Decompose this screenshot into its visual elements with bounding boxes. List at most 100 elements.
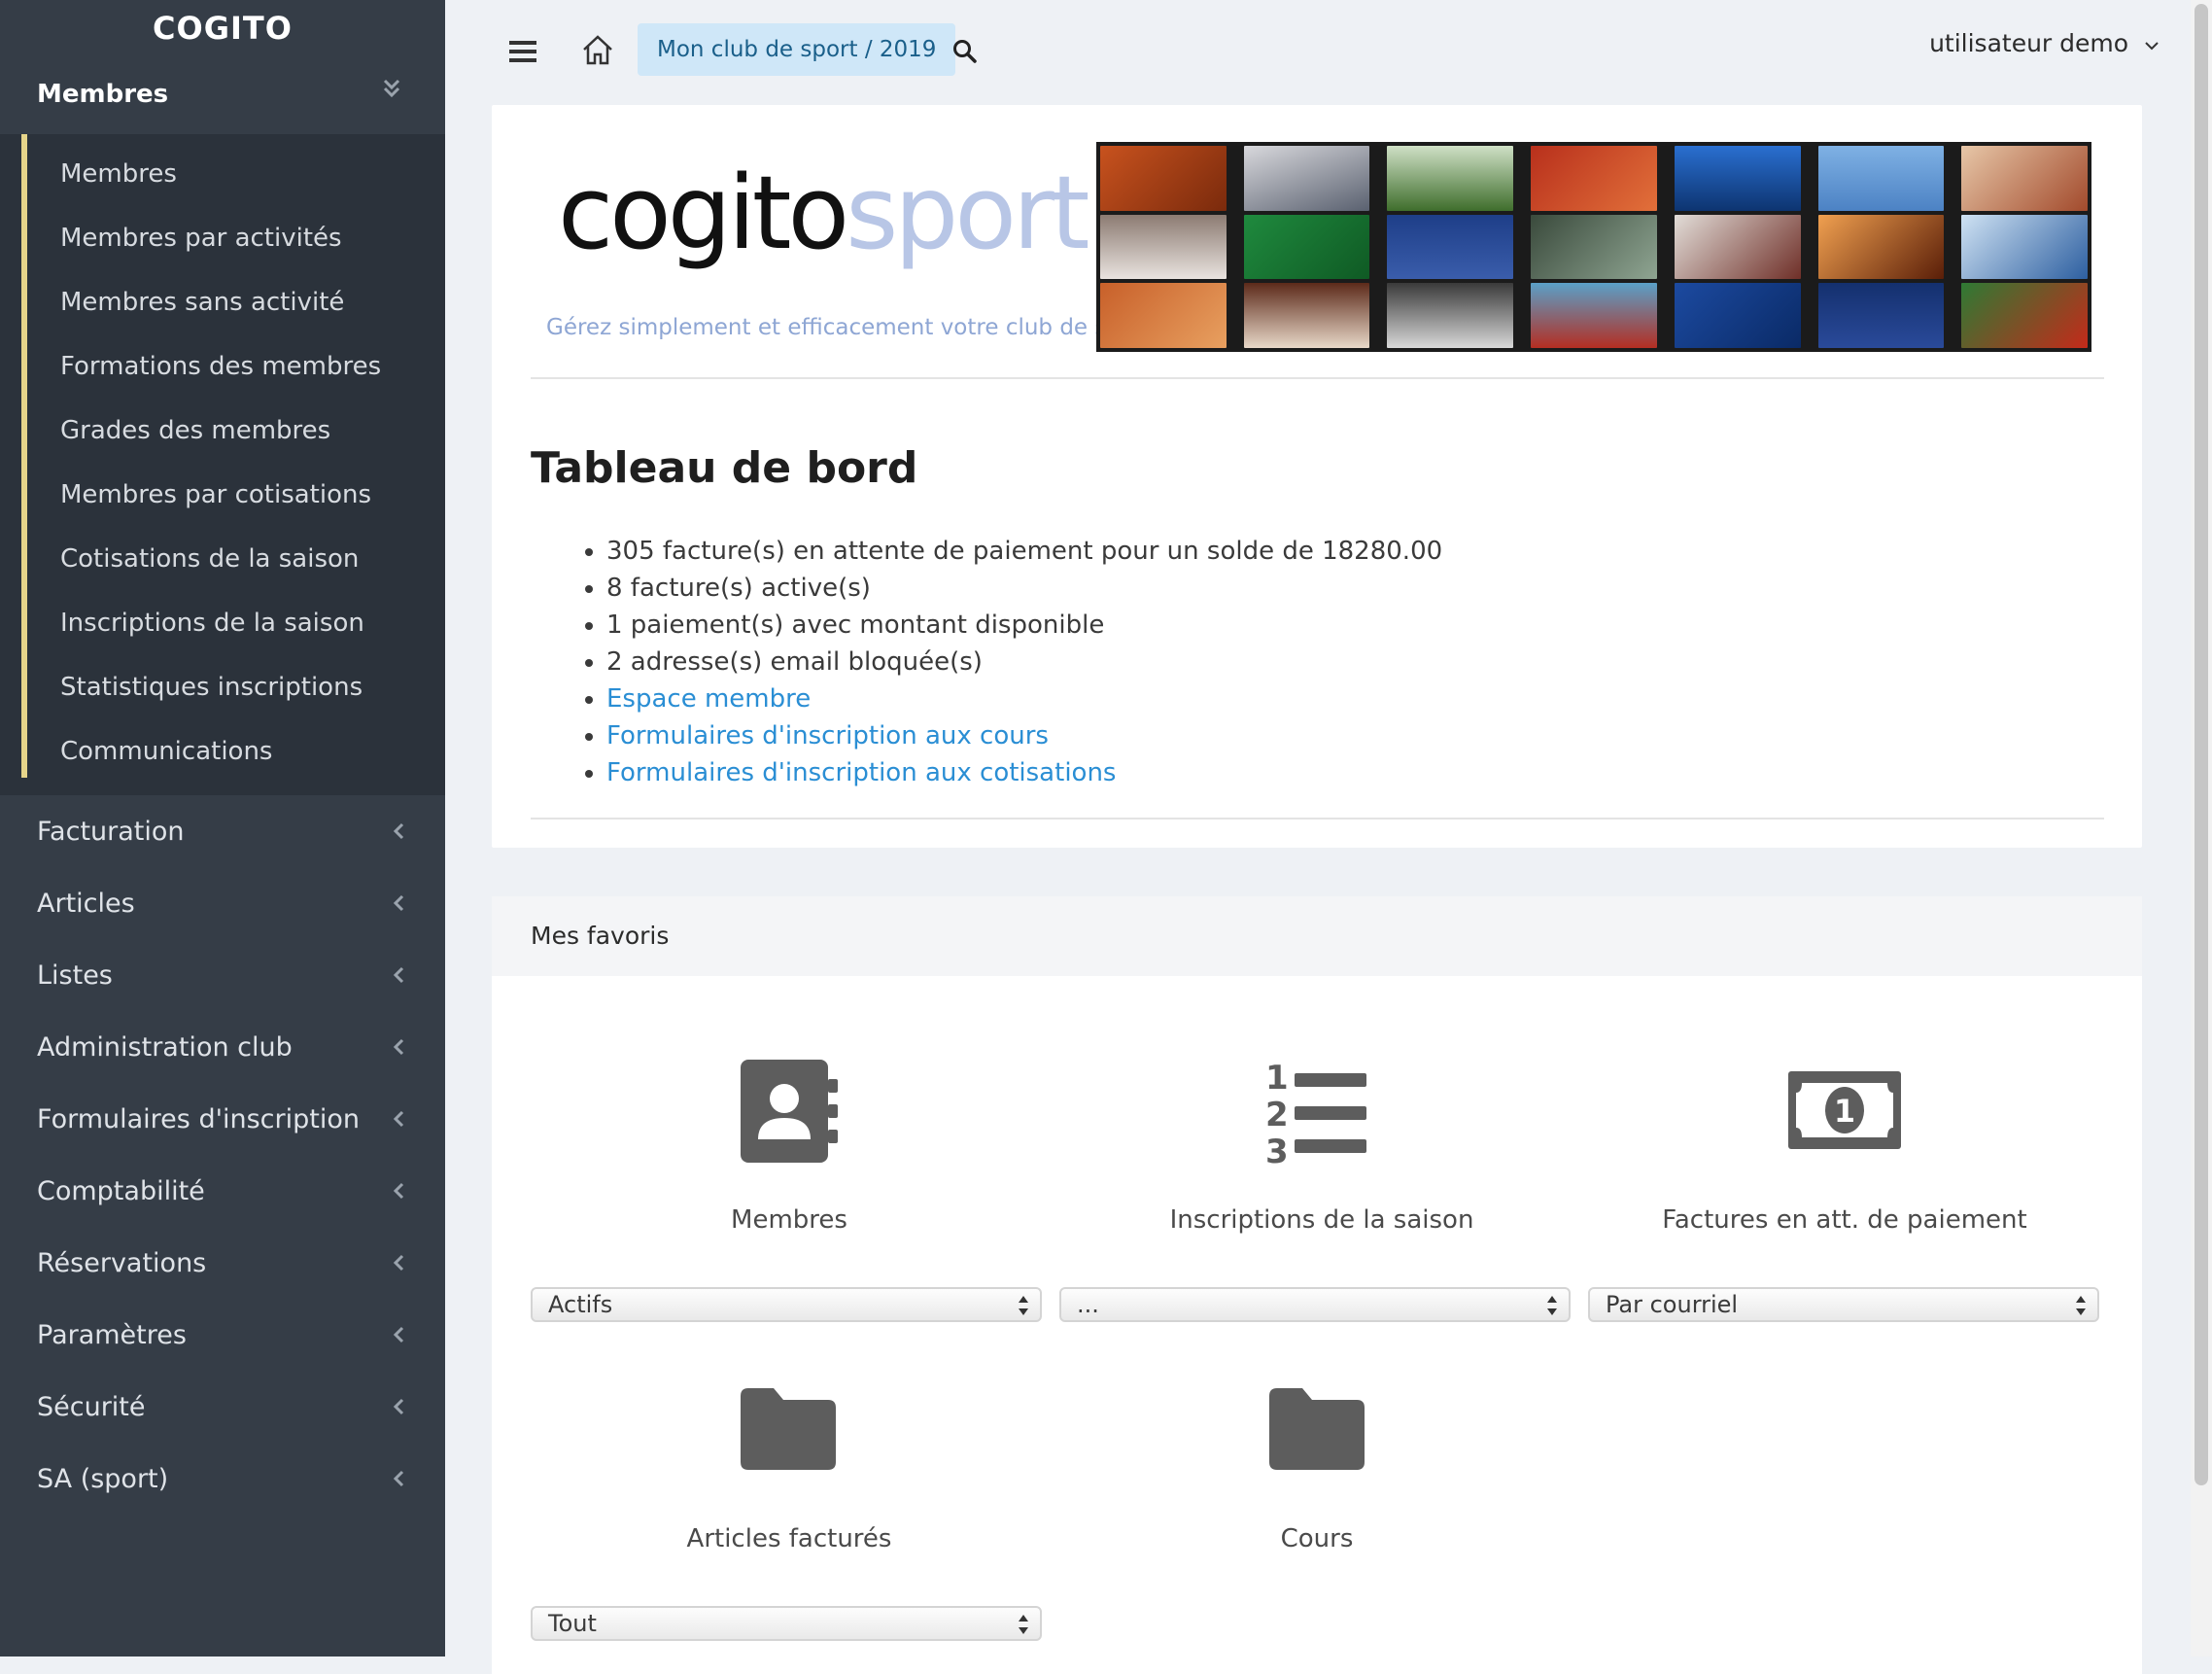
sidebar-item-label: SA (sport) [37, 1464, 169, 1494]
user-menu[interactable]: utilisateur demo [1929, 29, 2160, 57]
select-value: Actifs [548, 1291, 613, 1318]
photo-tile [1531, 214, 1657, 280]
sports-photo-mosaic [1096, 142, 2091, 352]
inscriptions-select[interactable]: ... [1059, 1287, 1571, 1322]
select-arrows-icon [2076, 1296, 2086, 1315]
photo-tile [1100, 214, 1227, 280]
chevron-left-icon [393, 894, 404, 912]
favorites-card: Mes favoris Membres 1 2 3 Inscriptions d… [492, 896, 2142, 1674]
contact-book-icon[interactable] [741, 1060, 838, 1165]
sidebar-item-label: Comptabilité [37, 1176, 205, 1206]
photo-tile [1100, 146, 1227, 211]
sidebar-item-label: Facturation [37, 817, 185, 847]
svg-text:1: 1 [1834, 1093, 1855, 1130]
summary-link-item: Formulaires d'inscription aux cours [606, 717, 1442, 754]
select-value: ... [1077, 1291, 1099, 1318]
sidebar: COGITO Membres Membres Membres par activ… [0, 0, 445, 1657]
folder-icon[interactable] [1269, 1388, 1365, 1470]
submenu-item-communications[interactable]: Communications [27, 719, 445, 784]
divider [531, 377, 2104, 379]
folder-icon[interactable] [741, 1388, 836, 1470]
banner: cogitosport Gérez simplement et efficace… [531, 142, 2104, 356]
sidebar-item-securite[interactable]: Sécurité [0, 1371, 445, 1443]
double-chevron-down-icon [383, 79, 400, 98]
sidebar-item-reservations[interactable]: Réservations [0, 1227, 445, 1299]
submenu-item-formations[interactable]: Formations des membres [27, 334, 445, 399]
chevron-left-icon [393, 1038, 404, 1056]
sidebar-section-membres[interactable]: Membres [0, 56, 445, 134]
logo-tagline: Gérez simplement et efficacement votre c… [546, 315, 1153, 340]
favorite-label: Inscriptions de la saison [1169, 1205, 1474, 1235]
chevron-left-icon [393, 966, 404, 984]
sidebar-item-listes[interactable]: Listes [0, 939, 445, 1011]
sidebar-item-facturation[interactable]: Facturation [0, 795, 445, 867]
photo-tile [1387, 214, 1514, 280]
summary-link-item: Espace membre [606, 680, 1442, 717]
svg-text:3: 3 [1265, 1133, 1289, 1167]
photo-tile [1674, 214, 1801, 280]
sidebar-item-label: Articles [37, 889, 135, 919]
page-scrollbar[interactable] [2191, 0, 2212, 1657]
link-formulaires-cotisations[interactable]: Formulaires d'inscription aux cotisation… [606, 758, 1116, 787]
photo-tile [1674, 146, 1801, 211]
favorite-label: Membres [731, 1205, 847, 1235]
ordered-list-icon[interactable]: 1 2 3 [1263, 1060, 1370, 1167]
favorite-label: Cours [1280, 1524, 1354, 1553]
submenu-item-membres-par-cotisations[interactable]: Membres par cotisations [27, 463, 445, 527]
favorites-header: Mes favoris [492, 896, 2142, 976]
photo-tile [1817, 214, 1945, 280]
chevron-left-icon [393, 1326, 404, 1343]
home-icon[interactable] [581, 33, 614, 66]
divider [531, 818, 2104, 820]
chevron-left-icon [393, 1398, 404, 1415]
submenu-item-grades[interactable]: Grades des membres [27, 399, 445, 463]
members-status-select[interactable]: Actifs [531, 1287, 1042, 1322]
select-value: Tout [548, 1610, 597, 1637]
photo-tile [1531, 283, 1657, 348]
submenu-item-membres[interactable]: Membres [27, 142, 445, 206]
sidebar-nav: Facturation Articles Listes Administrati… [0, 795, 445, 1515]
scrollbar-thumb[interactable] [2195, 4, 2208, 1485]
submenu-item-membres-sans-activite[interactable]: Membres sans activité [27, 270, 445, 334]
summary-item: 2 adresse(s) email bloquée(s) [606, 644, 1442, 680]
summary-item: 305 facture(s) en attente de paiement po… [606, 533, 1442, 570]
photo-tile [1961, 214, 2088, 280]
link-espace-membre[interactable]: Espace membre [606, 684, 811, 714]
sidebar-item-comptabilite[interactable]: Comptabilité [0, 1155, 445, 1227]
submenu-item-membres-par-activites[interactable]: Membres par activités [27, 206, 445, 270]
articles-filter-select[interactable]: Tout [531, 1606, 1042, 1641]
sidebar-item-articles[interactable]: Articles [0, 867, 445, 939]
svg-text:2: 2 [1265, 1096, 1289, 1134]
cogitosport-logo: cogitosport [558, 154, 1090, 272]
chevron-left-icon [393, 1470, 404, 1487]
hamburger-menu-icon[interactable] [509, 39, 536, 64]
sidebar-item-sa-sport[interactable]: SA (sport) [0, 1443, 445, 1515]
select-value: Par courriel [1606, 1291, 1739, 1318]
photo-tile [1243, 146, 1370, 211]
submenu-item-inscriptions-saison[interactable]: Inscriptions de la saison [27, 591, 445, 655]
invoice-delivery-select[interactable]: Par courriel [1588, 1287, 2099, 1322]
favorite-label: Factures en att. de paiement [1662, 1205, 2027, 1235]
sidebar-item-administration-club[interactable]: Administration club [0, 1011, 445, 1083]
sidebar-section-label: Membres [37, 80, 169, 109]
club-season-button[interactable]: Mon club de sport / 2019 [638, 23, 956, 76]
sidebar-item-formulaires[interactable]: Formulaires d'inscription [0, 1083, 445, 1155]
photo-tile [1387, 146, 1514, 211]
photo-tile [1674, 283, 1801, 348]
summary-item: 8 facture(s) active(s) [606, 570, 1442, 607]
dashboard-card: cogitosport Gérez simplement et efficace… [492, 105, 2142, 848]
topbar: Mon club de sport / 2019 utilisateur dem… [445, 0, 2191, 103]
sidebar-item-label: Formulaires d'inscription [37, 1104, 360, 1134]
submenu-item-cotisations-saison[interactable]: Cotisations de la saison [27, 527, 445, 591]
photo-tile [1817, 283, 1945, 348]
submenu-item-statistiques[interactable]: Statistiques inscriptions [27, 655, 445, 719]
chevron-left-icon [393, 1182, 404, 1200]
sidebar-item-label: Paramètres [37, 1320, 187, 1350]
photo-tile [1243, 283, 1370, 348]
money-bill-icon[interactable]: 1 [1788, 1071, 1901, 1149]
link-formulaires-cours[interactable]: Formulaires d'inscription aux cours [606, 721, 1049, 750]
sidebar-item-parametres[interactable]: Paramètres [0, 1299, 445, 1371]
photo-tile [1243, 214, 1370, 280]
logo-word-sport: sport [846, 154, 1089, 272]
search-icon[interactable] [952, 39, 978, 64]
